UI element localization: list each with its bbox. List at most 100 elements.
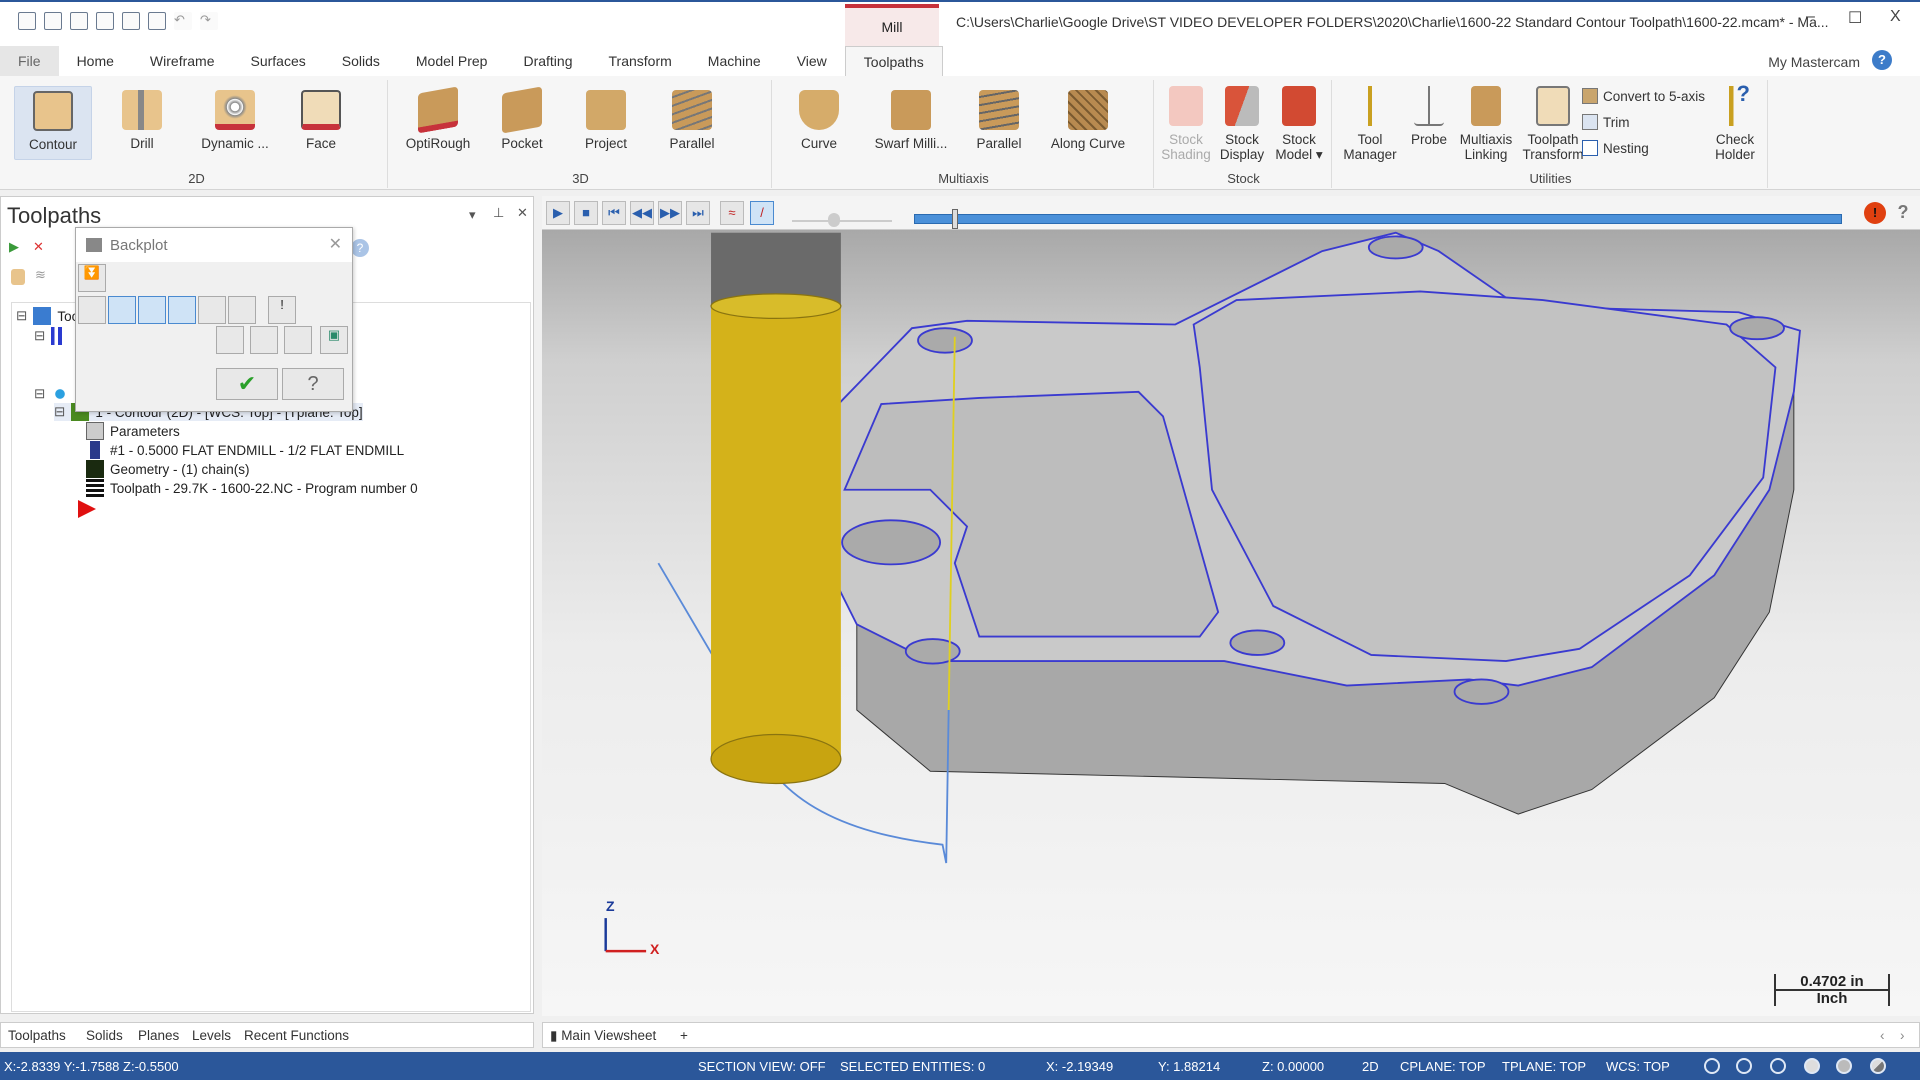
z-coordinate[interactable]: Z: 0.00000 [1262, 1059, 1324, 1074]
stock-shading-button[interactable]: Stock Shading [1160, 86, 1212, 162]
tree-properties[interactable]: ⊟ [34, 327, 70, 345]
bottom-tab-planes[interactable]: Planes [138, 1028, 179, 1043]
panel-help-icon[interactable]: ? [351, 239, 369, 257]
tab-wireframe[interactable]: Wireframe [132, 46, 233, 76]
toggle-display-icon[interactable]: ≋ [35, 267, 46, 283]
parallel-3d-button[interactable]: Parallel [656, 86, 728, 151]
tab-model-prep[interactable]: Model Prep [398, 46, 506, 76]
step-back-button[interactable]: ◀◀ [630, 201, 654, 225]
tree-toolpath-group[interactable]: ⊟ [34, 385, 70, 403]
bottom-tab-recent-functions[interactable]: Recent Functions [244, 1028, 349, 1043]
swarf-milling-button[interactable]: Swarf Milli... [866, 86, 956, 151]
translucency-icon[interactable] [1870, 1058, 1886, 1074]
view-iso-icon[interactable] [1736, 1058, 1752, 1074]
pocket-button[interactable]: Pocket [486, 86, 558, 151]
speed-slider[interactable] [792, 213, 892, 227]
tab-toolpaths[interactable]: Toolpaths [844, 46, 943, 76]
redo-icon[interactable]: ↷ [200, 12, 218, 30]
stock-display-button[interactable]: Stock Display [1214, 86, 1270, 162]
bottom-tab-levels[interactable]: Levels [192, 1028, 231, 1043]
insert-arrow-icon[interactable] [78, 500, 96, 518]
tab-machine[interactable]: Machine [690, 46, 779, 76]
tplane-status[interactable]: TPLANE: TOP [1502, 1059, 1586, 1074]
info-icon[interactable]: ! [268, 296, 296, 324]
panel-menu-icon[interactable]: ▾ [469, 207, 476, 223]
save-backplot-icon[interactable]: ▣ [320, 326, 348, 354]
mill-context-tab[interactable]: Mill [845, 4, 939, 46]
main-viewsheet-tab[interactable]: ▮ Main Viewsheet [550, 1028, 656, 1044]
step-forward-button[interactable]: ▶▶ [658, 201, 682, 225]
step-icon[interactable] [216, 326, 244, 354]
expand-icon[interactable]: ⏬ [78, 264, 106, 292]
along-curve-button[interactable]: Along Curve [1042, 86, 1134, 151]
deselect-icon[interactable]: ✕ [33, 239, 44, 255]
stock-model-button[interactable]: Stock Model ▾ [1270, 86, 1328, 162]
parallel-multiaxis-button[interactable]: Parallel [964, 86, 1034, 151]
help-icon[interactable]: ? [1872, 50, 1892, 70]
drill-button[interactable]: Drill [106, 86, 178, 151]
viewsheet-scroll-left[interactable]: ‹ [1880, 1028, 1885, 1043]
my-mastercam-link[interactable]: My Mastercam [1768, 54, 1860, 70]
path-icon[interactable] [250, 326, 278, 354]
tab-file[interactable]: File [0, 46, 59, 76]
y-coordinate[interactable]: Y: 1.88214 [1158, 1059, 1220, 1074]
x-coordinate[interactable]: X: -2.19349 [1046, 1059, 1113, 1074]
face-button[interactable]: Face [286, 86, 356, 151]
ok-button[interactable]: ✔ [216, 368, 278, 400]
pin-icon[interactable]: ⊥ [493, 205, 504, 221]
track-motion-icon[interactable]: ≈ [720, 201, 744, 225]
tab-drafting[interactable]: Drafting [505, 46, 590, 76]
shaded-icon[interactable] [1836, 1058, 1852, 1074]
show-entity-icon[interactable] [198, 296, 226, 324]
viewsheet-scroll-right[interactable]: › [1900, 1028, 1905, 1043]
wcs-status[interactable]: WCS: TOP [1606, 1059, 1670, 1074]
convert-5axis-button[interactable]: Convert to 5-axis [1582, 88, 1705, 104]
multiaxis-linking-button[interactable]: Multiaxis Linking [1454, 86, 1518, 162]
backplot-close-button[interactable]: ✕ [329, 234, 342, 254]
tree-tool[interactable]: #1 - 0.5000 FLAT ENDMILL - 1/2 FLAT ENDM… [86, 441, 404, 459]
playback-help-icon[interactable]: ? [1892, 202, 1914, 224]
save-icon[interactable] [44, 12, 62, 30]
view-globe-icon[interactable] [1704, 1058, 1720, 1074]
progress-thumb[interactable] [952, 209, 959, 229]
progress-track[interactable] [914, 209, 1842, 229]
optirough-button[interactable]: OptiRough [398, 86, 478, 151]
minimize-button[interactable]: – [1806, 8, 1815, 26]
tree-geometry[interactable]: Geometry - (1) chain(s) [86, 460, 250, 478]
show-rapid-icon[interactable] [168, 296, 196, 324]
dynamic-button[interactable]: Dynamic ... [190, 86, 280, 151]
show-tool-icon[interactable] [108, 296, 136, 324]
tree-toolpath[interactable]: Toolpath - 29.7K - 1600-22.NC - Program … [86, 479, 418, 497]
panel-close-icon[interactable]: ✕ [517, 205, 528, 221]
bottom-tab-toolpaths[interactable]: Toolpaths [8, 1028, 66, 1043]
wireframe-shading-icon[interactable] [1804, 1058, 1820, 1074]
probe-button[interactable]: Probe [1404, 86, 1454, 147]
maximize-button[interactable]: ☐ [1848, 8, 1862, 28]
tab-transform[interactable]: Transform [591, 46, 690, 76]
undo-icon[interactable]: ↶ [174, 12, 192, 30]
contour-button[interactable]: Contour [14, 86, 92, 160]
toolpath-transform-button[interactable]: Toolpath Transform [1520, 86, 1586, 162]
stop-alert-icon[interactable]: ! [1864, 202, 1886, 224]
nesting-button[interactable]: Nesting [1582, 140, 1649, 156]
project-button[interactable]: Project [570, 86, 642, 151]
print-icon[interactable] [96, 12, 114, 30]
tool-manager-button[interactable]: Tool Manager [1338, 86, 1402, 162]
2d-3d-toggle[interactable]: 2D [1362, 1059, 1379, 1074]
lock-icon[interactable] [11, 269, 25, 285]
open-icon[interactable] [70, 12, 88, 30]
tree-parameters[interactable]: Parameters [86, 422, 180, 440]
check-holder-button[interactable]: ? Check Holder [1708, 83, 1762, 163]
tab-view[interactable]: View [779, 46, 845, 76]
speed-slider-thumb[interactable] [828, 213, 840, 227]
skip-end-button[interactable]: ⏭ [686, 201, 710, 225]
graphics-viewport[interactable]: Z X [542, 196, 1920, 1016]
stop-button[interactable]: ■ [574, 201, 598, 225]
bottom-tab-solids[interactable]: Solids [86, 1028, 123, 1043]
tab-solids[interactable]: Solids [324, 46, 398, 76]
view-top-icon[interactable] [1770, 1058, 1786, 1074]
play-button[interactable]: ▶ [546, 201, 570, 225]
cplane-status[interactable]: CPLANE: TOP [1400, 1059, 1486, 1074]
show-holder-icon[interactable] [138, 296, 166, 324]
refresh-icon[interactable] [78, 296, 106, 324]
